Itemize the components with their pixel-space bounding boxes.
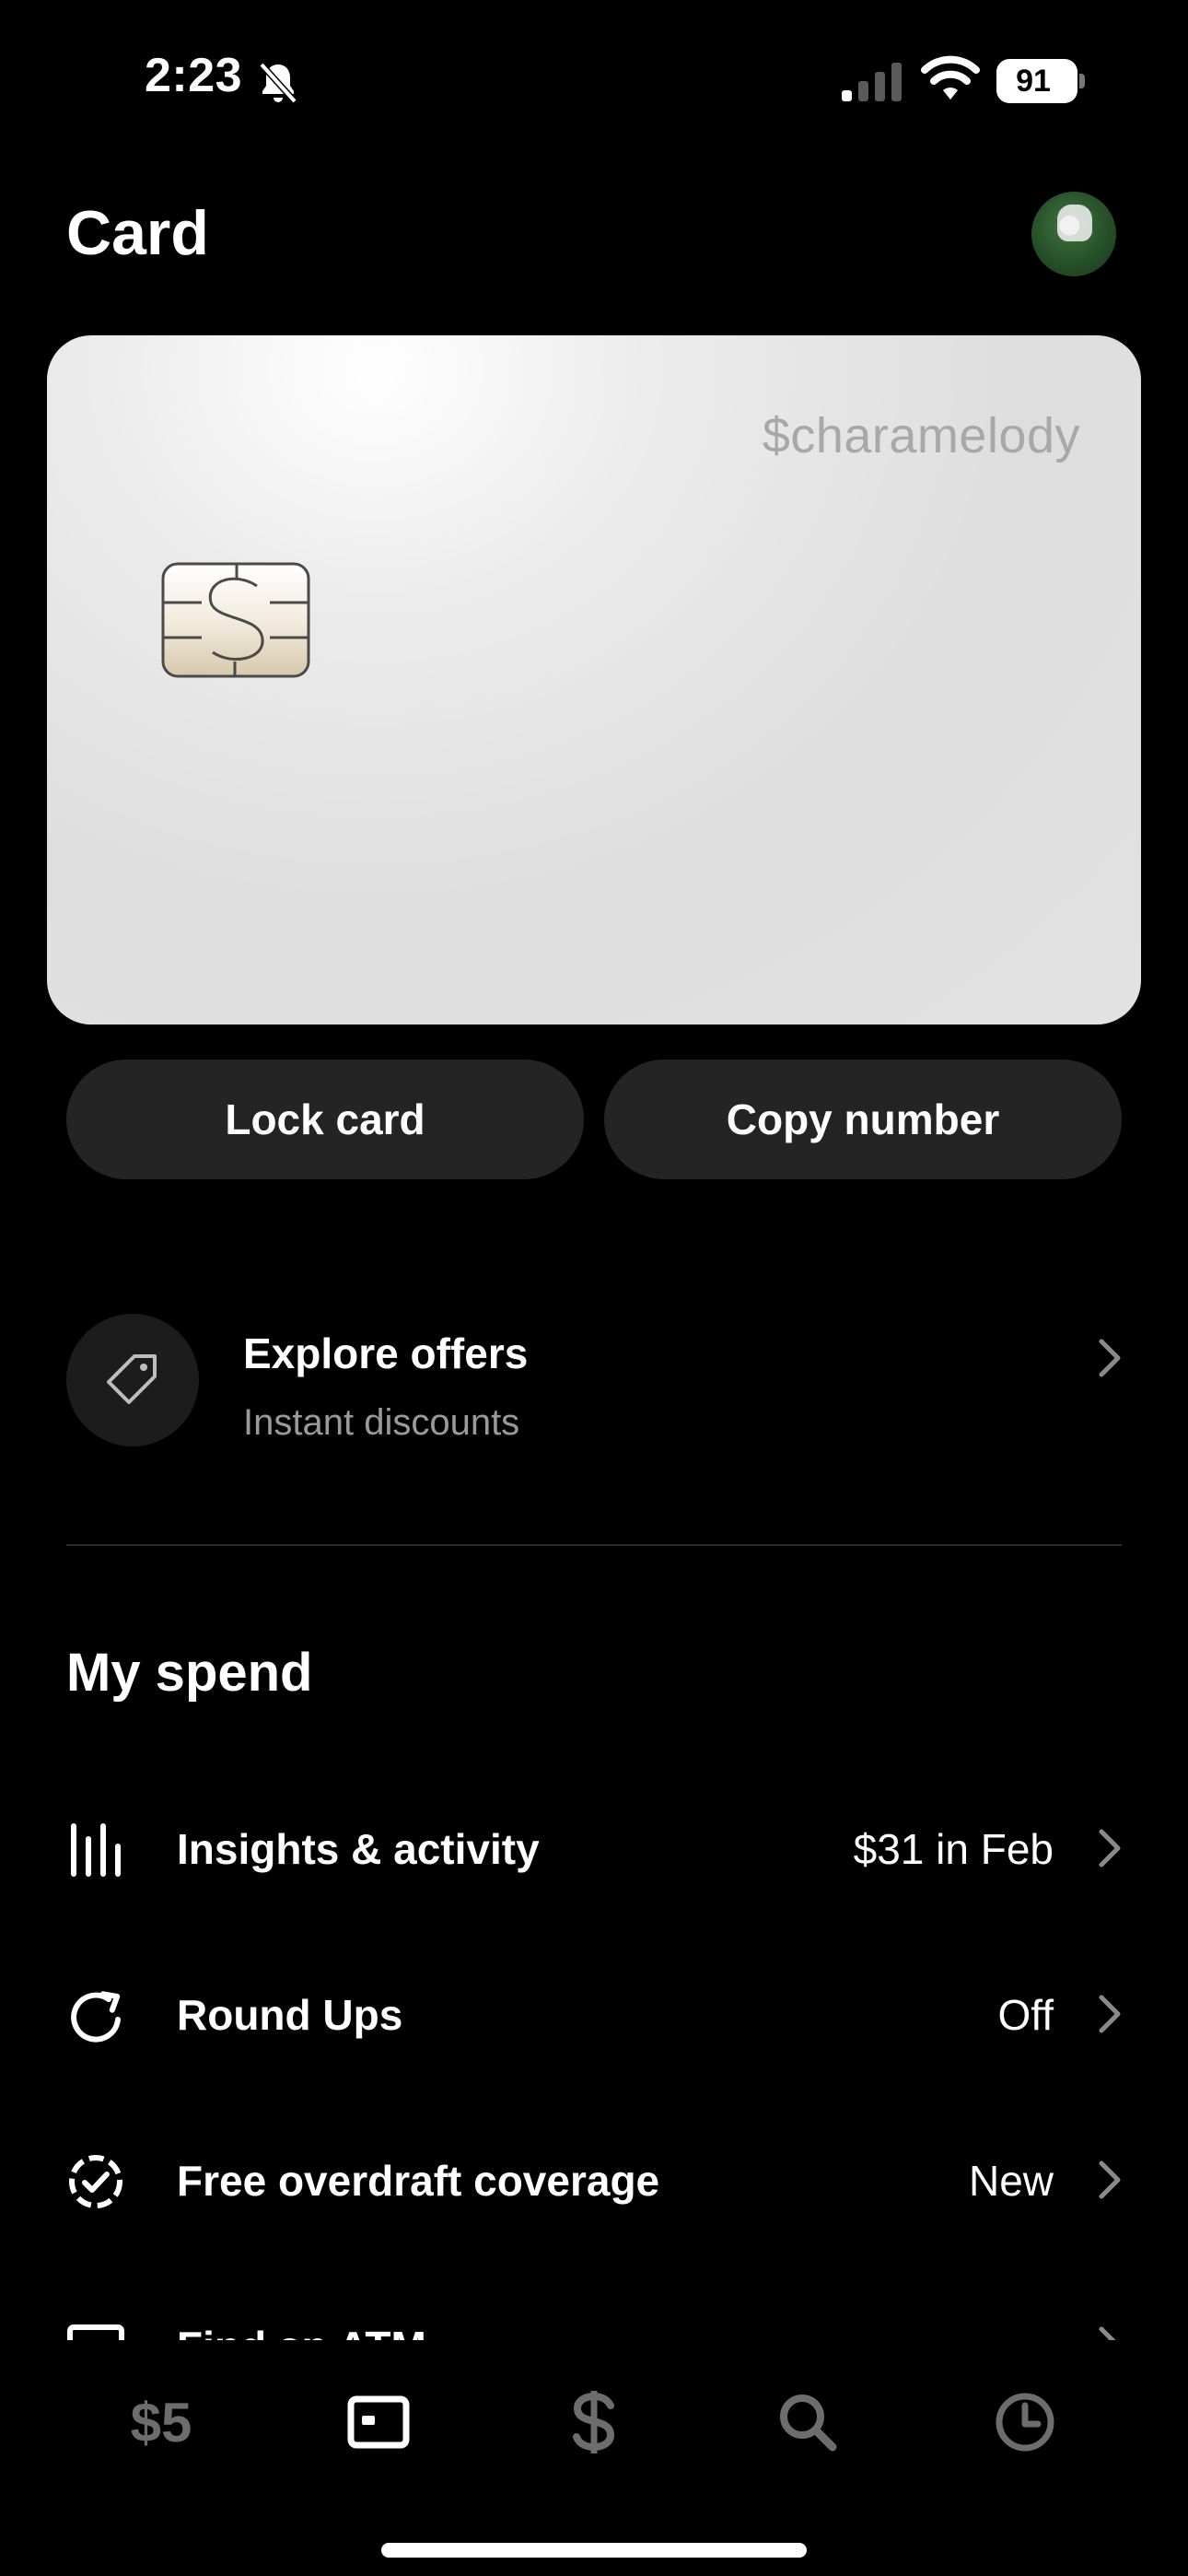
battery-level: 91	[1016, 64, 1051, 99]
offers-title: Explore offers	[243, 1329, 529, 1377]
offers-icon-container	[66, 1314, 199, 1446]
status-bar: 2:23 91	[0, 0, 1188, 166]
round-up-arrow-icon	[71, 1991, 121, 2043]
round-ups-row[interactable]: Round Ups Off	[66, 1966, 1122, 2058]
insights-activity-row[interactable]: Insights & activity $31 in Feb	[66, 1800, 1122, 1892]
bell-muted-icon	[259, 62, 297, 104]
card-screen: 2:23 91 Card $charamelody Lock card Copy…	[0, 0, 1188, 2576]
dollar-sign-icon	[573, 2391, 615, 2453]
activity-tab[interactable]	[974, 2381, 1076, 2464]
card-cashtag: $charamelody	[762, 408, 1080, 463]
explore-offers-row[interactable]: Explore offers Instant discounts	[66, 1312, 1122, 1450]
insights-label: Insights & activity	[177, 1825, 540, 1873]
card-tab[interactable]	[328, 2381, 429, 2464]
chevron-right-icon	[1099, 2160, 1121, 2199]
wifi-icon	[921, 55, 980, 100]
status-time: 2:23	[145, 49, 243, 102]
bar-chart-icon	[71, 1823, 121, 1877]
insights-value: $31 in Feb	[853, 1825, 1054, 1873]
overdraft-label: Free overdraft coverage	[177, 2157, 660, 2205]
money-tab[interactable]: $5	[111, 2381, 212, 2464]
pay-tab[interactable]	[543, 2381, 645, 2464]
copy-number-button[interactable]: Copy number	[604, 1060, 1122, 1179]
my-spend-heading: My spend	[66, 1643, 313, 1703]
battery-indicator: 91	[996, 59, 1085, 103]
chevron-right-icon	[1099, 1995, 1121, 2033]
overdraft-coverage-row[interactable]: Free overdraft coverage New	[66, 2132, 1122, 2224]
home-indicator[interactable]	[381, 2543, 807, 2558]
tab-bar: $5	[0, 2340, 1188, 2576]
round-ups-label: Round Ups	[177, 1991, 403, 2039]
card-icon	[347, 2395, 410, 2449]
divider	[66, 1544, 1122, 1546]
round-ups-value: Off	[997, 1991, 1054, 2039]
search-tab[interactable]	[757, 2381, 858, 2464]
avatar[interactable]	[1031, 192, 1116, 276]
page-title: Card	[66, 198, 209, 268]
search-icon	[780, 2395, 837, 2452]
overdraft-value: New	[968, 2157, 1054, 2205]
dashed-check-circle-icon	[69, 2155, 122, 2208]
card-chip-icon	[161, 562, 310, 678]
tag-icon	[107, 1354, 157, 1404]
debit-card[interactable]: $charamelody	[47, 335, 1141, 1025]
chevron-right-icon	[1099, 1339, 1121, 1377]
money-tab-label: $5	[130, 2391, 192, 2453]
lock-card-button[interactable]: Lock card	[66, 1060, 584, 1179]
cellular-signal-icon	[842, 63, 902, 101]
chevron-right-icon	[1099, 1829, 1121, 1868]
clock-icon	[996, 2393, 1054, 2452]
offers-subtitle: Instant discounts	[243, 1402, 520, 1443]
